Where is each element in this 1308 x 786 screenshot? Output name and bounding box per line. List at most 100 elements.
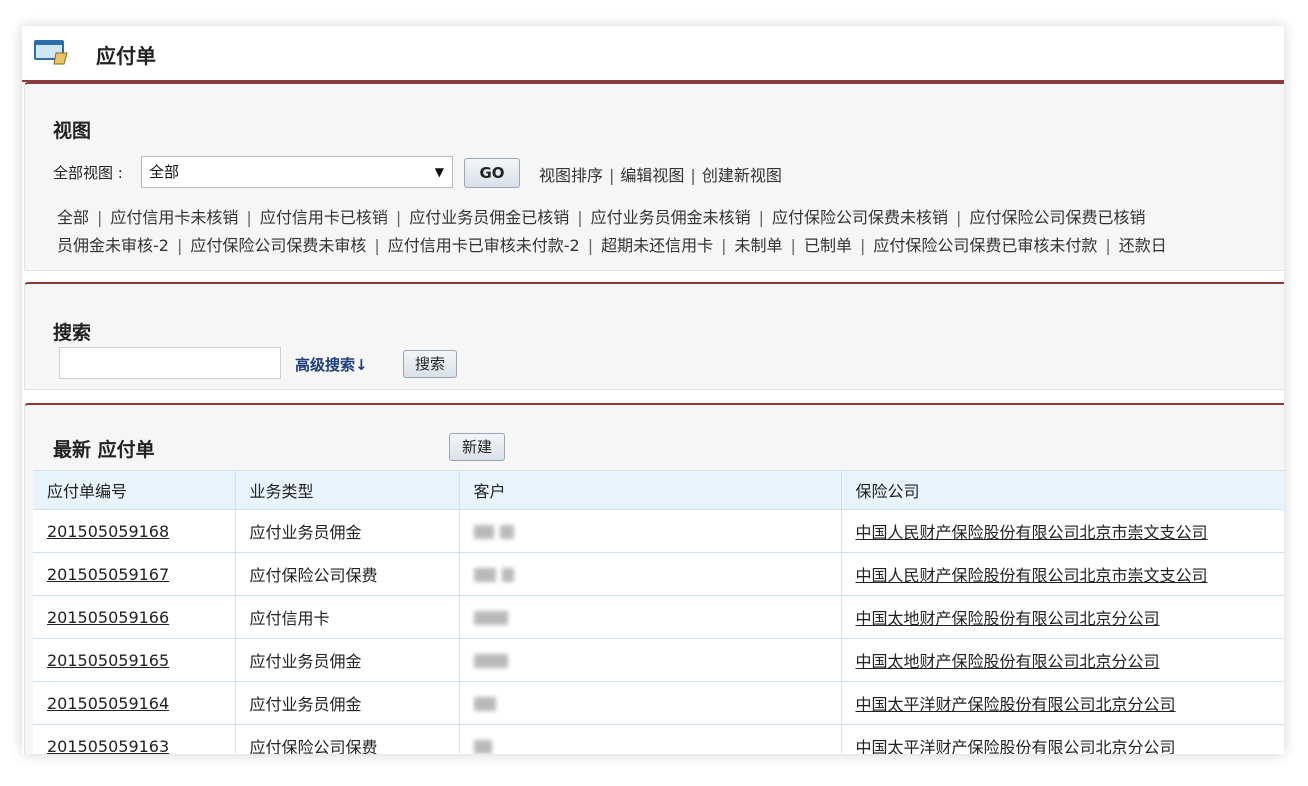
folder-window-icon	[34, 40, 68, 65]
table-row[interactable]: 201505059167 应付保险公司保费 中国人民财产保险股份有限公司北京市崇文支…	[33, 552, 1284, 596]
filter-list: 全部 | 应付信用卡未核销 | 应付信用卡已核销 | 应付业务员佣金已核销 | 应付业务员佣金未…	[57, 204, 1284, 260]
insurance-company-link[interactable]: 中国太平洋财产保险股份有限公司北京分公司	[856, 695, 1176, 714]
record-id-link[interactable]: 201505059164	[47, 694, 169, 713]
redacted-customer	[473, 740, 492, 754]
view-section-title: 视图	[53, 120, 92, 142]
filter-link[interactable]: 应付业务员佣金未核销	[591, 208, 751, 227]
redacted-customer	[473, 568, 496, 582]
filter-line: 员佣金未审核-2 | 应付保险公司保费未审核 | 应付信用卡已审核未付款-2 | 超期未还信…	[57, 232, 1284, 260]
customer-cell	[458, 681, 841, 725]
column-header[interactable]: 保险公司	[840, 470, 1284, 510]
table-body: 201505059168 应付业务员佣金 中国人民财产保险股份有限公司北京市崇文支公…	[33, 509, 1284, 755]
redacted-customer	[501, 568, 514, 582]
insurance-company-cell: 中国太地财产保险股份有限公司北京分公司	[840, 638, 1284, 682]
separator: |	[176, 236, 183, 255]
redacted-customer	[473, 697, 496, 711]
customer-cell	[458, 638, 841, 682]
new-button[interactable]: 新建	[449, 433, 505, 461]
view-label: 全部视图 :	[53, 164, 123, 182]
table-header-row: 应付单编号 业务类型 客户 保险公司	[33, 470, 1284, 510]
filter-link[interactable]: 应付信用卡已审核未付款-2	[388, 236, 580, 255]
record-id-link[interactable]: 201505059168	[47, 522, 169, 541]
record-id-cell: 201505059167	[33, 552, 235, 596]
business-type-cell: 应付保险公司保费	[234, 724, 459, 754]
redacted-customer	[499, 525, 514, 539]
filter-link[interactable]: 应付信用卡未核销	[110, 208, 238, 227]
separator: |	[790, 236, 796, 255]
insurance-company-link[interactable]: 中国太地财产保险股份有限公司北京分公司	[856, 609, 1160, 628]
filter-link[interactable]: 已制单	[804, 236, 852, 255]
separator: |	[690, 166, 696, 185]
separator: |	[587, 236, 594, 255]
business-type-cell: 应付信用卡	[234, 595, 459, 639]
view-select[interactable]: 全部 ▼	[141, 156, 453, 188]
filter-line: 全部 | 应付信用卡未核销 | 应付信用卡已核销 | 应付业务员佣金已核销 | 应付业务员佣金未…	[57, 204, 1284, 232]
record-id-cell: 201505059164	[33, 681, 235, 725]
filter-link[interactable]: 应付信用卡已核销	[260, 208, 388, 227]
separator: |	[956, 208, 962, 227]
record-id-link[interactable]: 201505059165	[47, 651, 169, 670]
insurance-company-link[interactable]: 中国人民财产保险股份有限公司北京市崇文支公司	[856, 566, 1208, 585]
record-id-cell: 201505059166	[33, 595, 235, 639]
insurance-company-link[interactable]: 中国太地财产保险股份有限公司北京分公司	[856, 652, 1160, 671]
separator: |	[859, 236, 866, 255]
filter-link[interactable]: 未制单	[735, 236, 783, 255]
go-button[interactable]: GO	[464, 158, 520, 188]
business-type-cell: 应付业务员佣金	[234, 681, 459, 725]
search-input[interactable]	[59, 347, 281, 379]
separator: |	[97, 208, 103, 227]
search-button[interactable]: 搜索	[403, 350, 457, 378]
column-header[interactable]: 应付单编号	[33, 470, 235, 510]
customer-cell	[458, 724, 841, 754]
separator: |	[758, 208, 765, 227]
search-panel: 搜索 高级搜索↓ 搜索	[24, 282, 1284, 390]
view-links: 视图排序 | 编辑视图 | 创建新视图	[539, 162, 782, 186]
insurance-company-link[interactable]: 中国人民财产保险股份有限公司北京市崇文支公司	[856, 523, 1208, 542]
column-header[interactable]: 业务类型	[234, 470, 459, 510]
business-type-cell: 应付业务员佣金	[234, 509, 459, 553]
redacted-customer	[473, 525, 494, 539]
app-frame: 应付单 视图 全部视图 : 全部 ▼ GO 视图排序 | 编辑视图 | 创建新视图 全部…	[22, 26, 1284, 754]
page-title: 应付单	[96, 44, 156, 68]
insurance-company-cell: 中国太平洋财产保险股份有限公司北京分公司	[840, 681, 1284, 725]
filter-link[interactable]: 超期未还信用卡	[601, 236, 713, 255]
redacted-customer	[473, 611, 508, 625]
separator: |	[395, 208, 402, 227]
filter-link[interactable]: 应付保险公司保费未审核	[190, 236, 366, 255]
filter-link[interactable]: 全部	[57, 208, 89, 227]
filter-link[interactable]: 应付保险公司保费已核销	[969, 208, 1145, 227]
customer-cell	[458, 509, 841, 553]
filter-link[interactable]: 应付保险公司保费未核销	[772, 208, 948, 227]
advanced-search-link[interactable]: 高级搜索↓	[295, 354, 368, 375]
recent-panel: 最新 应付单 新建 应付单编号 业务类型 客户 保险公司 20150505916…	[24, 403, 1284, 754]
table-row[interactable]: 201505059168 应付业务员佣金 中国人民财产保险股份有限公司北京市崇文支公…	[33, 509, 1284, 553]
filter-link[interactable]: 还款日	[1119, 236, 1167, 255]
view-panel: 视图 全部视图 : 全部 ▼ GO 视图排序 | 编辑视图 | 创建新视图 全部 | 应付信…	[24, 82, 1284, 271]
table-row[interactable]: 201505059165 应付业务员佣金 中国太地财产保险股份有限公司北京分公司	[33, 638, 1284, 682]
dropdown-arrow-icon: ▼	[434, 165, 444, 179]
table-row[interactable]: 201505059163 应付保险公司保费 中国太平洋财产保险股份有限公司北京分公司	[33, 724, 1284, 755]
filter-link[interactable]: 员佣金未审核-2	[57, 236, 169, 255]
record-id-link[interactable]: 201505059166	[47, 608, 169, 627]
column-header[interactable]: 客户	[458, 470, 841, 510]
view-sort-link[interactable]: 视图排序	[539, 166, 603, 185]
create-view-link[interactable]: 创建新视图	[702, 166, 782, 185]
search-section-title: 搜索	[53, 322, 92, 344]
record-id-link[interactable]: 201505059163	[47, 737, 169, 755]
business-type-cell: 应付业务员佣金	[234, 638, 459, 682]
customer-cell	[458, 595, 841, 639]
filter-link[interactable]: 应付业务员佣金已核销	[409, 208, 569, 227]
separator: |	[374, 236, 380, 255]
record-id-link[interactable]: 201505059167	[47, 565, 169, 584]
filter-link[interactable]: 应付保险公司保费已审核未付款	[873, 236, 1097, 255]
table-row[interactable]: 201505059166 应付信用卡 中国太地财产保险股份有限公司北京分公司	[33, 595, 1284, 639]
record-id-cell: 201505059168	[33, 509, 235, 553]
insurance-company-link[interactable]: 中国太平洋财产保险股份有限公司北京分公司	[856, 738, 1176, 754]
record-id-cell: 201505059163	[33, 724, 235, 755]
insurance-company-cell: 中国人民财产保险股份有限公司北京市崇文支公司	[840, 552, 1284, 596]
edit-view-link[interactable]: 编辑视图	[620, 166, 684, 185]
insurance-company-cell: 中国人民财产保险股份有限公司北京市崇文支公司	[840, 509, 1284, 553]
view-select-value: 全部	[149, 163, 180, 181]
table-row[interactable]: 201505059164 应付业务员佣金 中国太平洋财产保险股份有限公司北京分公司	[33, 681, 1284, 725]
recent-section-title: 最新 应付单	[53, 439, 155, 461]
